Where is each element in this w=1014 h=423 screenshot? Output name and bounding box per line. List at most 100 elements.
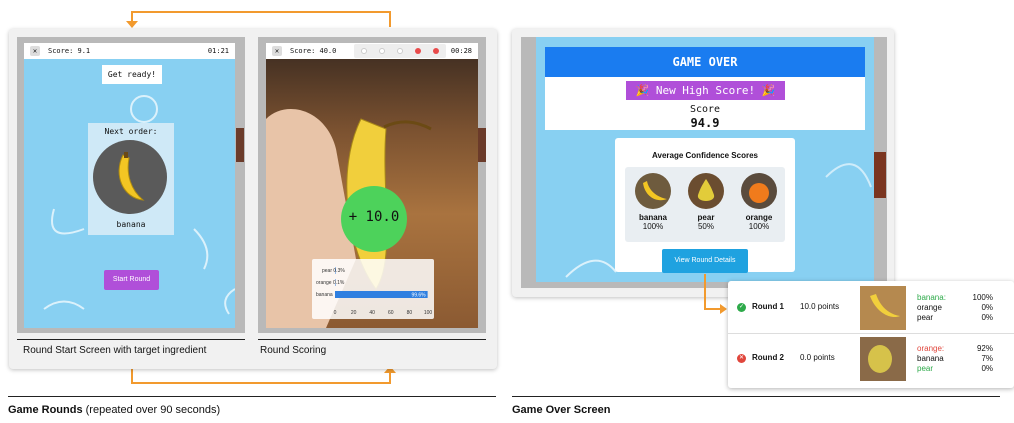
x-icon: ✕	[737, 354, 746, 363]
fruit-cell-orange: orange 100%	[733, 170, 785, 240]
x-tick-label: 60	[388, 310, 394, 316]
pear-icon	[868, 345, 892, 373]
target-ingredient-label: banana	[116, 220, 146, 229]
fruit-name: orange	[745, 213, 773, 222]
bar-value-label: orange 0.1%	[316, 280, 345, 286]
round-scoring-caption: Round Scoring	[260, 345, 327, 356]
fruit-cell-pear: pear 50%	[680, 170, 732, 240]
arrow-top-horizontal	[132, 11, 391, 13]
score-pct: 92%	[976, 344, 993, 353]
game-rounds-title-bold: Game Rounds	[8, 404, 83, 416]
progress-dot	[397, 48, 403, 54]
game-over-title: Game Over Screen	[512, 404, 611, 416]
banana-icon	[118, 152, 145, 201]
score-name: banana:	[917, 293, 946, 302]
high-score-badge: 🎉 New High Score! 🎉	[626, 81, 785, 100]
orange-icon	[749, 183, 769, 203]
score-label: Score	[689, 104, 721, 115]
round-start-caption: Round Start Screen with target ingredien…	[23, 345, 207, 356]
x-tick-label: 20	[351, 310, 357, 316]
round-photo	[860, 286, 906, 330]
confidence-chart-svg: pear 0.3% orange 0.1% banana 99.6% 0 20 40 60 80…	[316, 267, 433, 316]
score-name: orange	[917, 303, 942, 312]
table-row[interactable]: ✓ Round 1 10.0 points banana: 100% orang…	[728, 283, 1014, 333]
average-confidence-title: Average Confidence Scores	[652, 151, 758, 160]
pear-image	[688, 173, 724, 209]
progress-dot	[361, 48, 367, 54]
round-label: Round 1	[752, 302, 784, 311]
progress-dot-miss	[433, 48, 439, 54]
round-points: 0.0 points	[800, 353, 835, 362]
fruit-name: banana	[638, 213, 667, 222]
caption-divider-1	[17, 339, 245, 340]
x-tick-label: 40	[369, 310, 375, 316]
progress-dots	[354, 44, 446, 58]
section-divider-right	[512, 396, 1000, 397]
score-label: Score: 40.0	[290, 47, 337, 55]
table-divider	[728, 333, 1014, 334]
score-name: pear	[917, 364, 934, 373]
confidence-chart: pear 0.3% orange 0.1% banana 99.6% 0 20 40 60 80…	[312, 259, 434, 319]
progress-dot	[379, 48, 385, 54]
bar-value-label: 99.6%	[411, 293, 426, 299]
x-tick-label: 80	[407, 310, 413, 316]
check-icon: ✓	[737, 303, 746, 312]
close-button[interactable]: ✕	[30, 46, 40, 56]
view-round-details-button[interactable]: View Round Details	[662, 249, 748, 273]
score-name: orange:	[917, 344, 945, 353]
points-popup-label: + 10.0	[348, 209, 400, 225]
side-peek-green	[236, 128, 244, 162]
fruit-pct: 100%	[748, 222, 770, 231]
score-pct: 7%	[981, 354, 993, 363]
fruit-name: pear	[697, 213, 715, 222]
round-label: Round 2	[752, 353, 784, 362]
orange-image	[741, 173, 777, 209]
score-name: banana	[917, 354, 944, 363]
banana-image	[635, 173, 671, 209]
round-scoring-screen: ✕ Score: 40.0 00:28 + 10.0 pear 0.3% oran…	[266, 43, 478, 328]
game-over-header: GAME OVER	[545, 47, 865, 77]
arrow-top-right-vertical	[389, 11, 391, 27]
banana-icon	[643, 181, 667, 201]
pear-icon	[697, 179, 715, 201]
timer-label: 01:21	[207, 47, 229, 55]
round-points: 10.0 points	[800, 302, 840, 311]
side-peek-green	[478, 128, 486, 162]
banana-target-image	[93, 140, 167, 214]
fruit-pct: 100%	[642, 222, 664, 231]
game-rounds-title: Game Rounds (repeated over 90 seconds)	[8, 404, 220, 416]
score-name: pear	[917, 313, 934, 322]
round-photo	[860, 337, 906, 381]
score-value: 94.9	[690, 116, 720, 130]
score-pct: 100%	[972, 293, 993, 302]
x-tick-label: 100	[424, 310, 433, 316]
banana-icon	[870, 294, 900, 318]
next-order-label: Next order:	[104, 127, 158, 136]
score-pct: 0%	[981, 303, 993, 312]
arrow-details-head-icon	[720, 304, 727, 314]
arrow-bottom-right-vertical	[389, 372, 391, 384]
score-pct: 0%	[981, 313, 993, 322]
arrow-top-head-icon	[126, 21, 138, 28]
caption-divider-2	[258, 339, 486, 340]
arrow-details-vertical	[704, 274, 706, 310]
x-tick-label: 0	[334, 310, 337, 316]
table-row[interactable]: ✕ Round 2 0.0 points orange: 92% banana …	[728, 335, 1014, 385]
progress-dot-miss	[415, 48, 421, 54]
fruit-pct: 50%	[697, 222, 714, 231]
fruit-cell-banana: banana 100%	[627, 170, 679, 240]
arrow-bottom-horizontal	[131, 382, 391, 384]
timer-label: 00:28	[450, 47, 472, 55]
get-ready-label: Get ready!	[102, 65, 162, 84]
score-label: Score: 9.1	[48, 47, 91, 55]
round-start-screen: ✕ Score: 9.1 01:21 Get ready! Next order…	[24, 43, 235, 328]
bar-category-label: banana	[316, 292, 333, 298]
top-bar: ✕ Score: 9.1 01:21	[24, 43, 235, 59]
bar-value-label: pear 0.3%	[322, 268, 345, 274]
section-divider-left	[8, 396, 496, 397]
game-rounds-title-rest: (repeated over 90 seconds)	[82, 404, 221, 416]
close-button[interactable]: ✕	[272, 46, 282, 56]
start-round-button[interactable]: Start Round	[104, 270, 159, 290]
score-pct: 0%	[981, 364, 993, 373]
side-peek-right	[874, 152, 886, 198]
